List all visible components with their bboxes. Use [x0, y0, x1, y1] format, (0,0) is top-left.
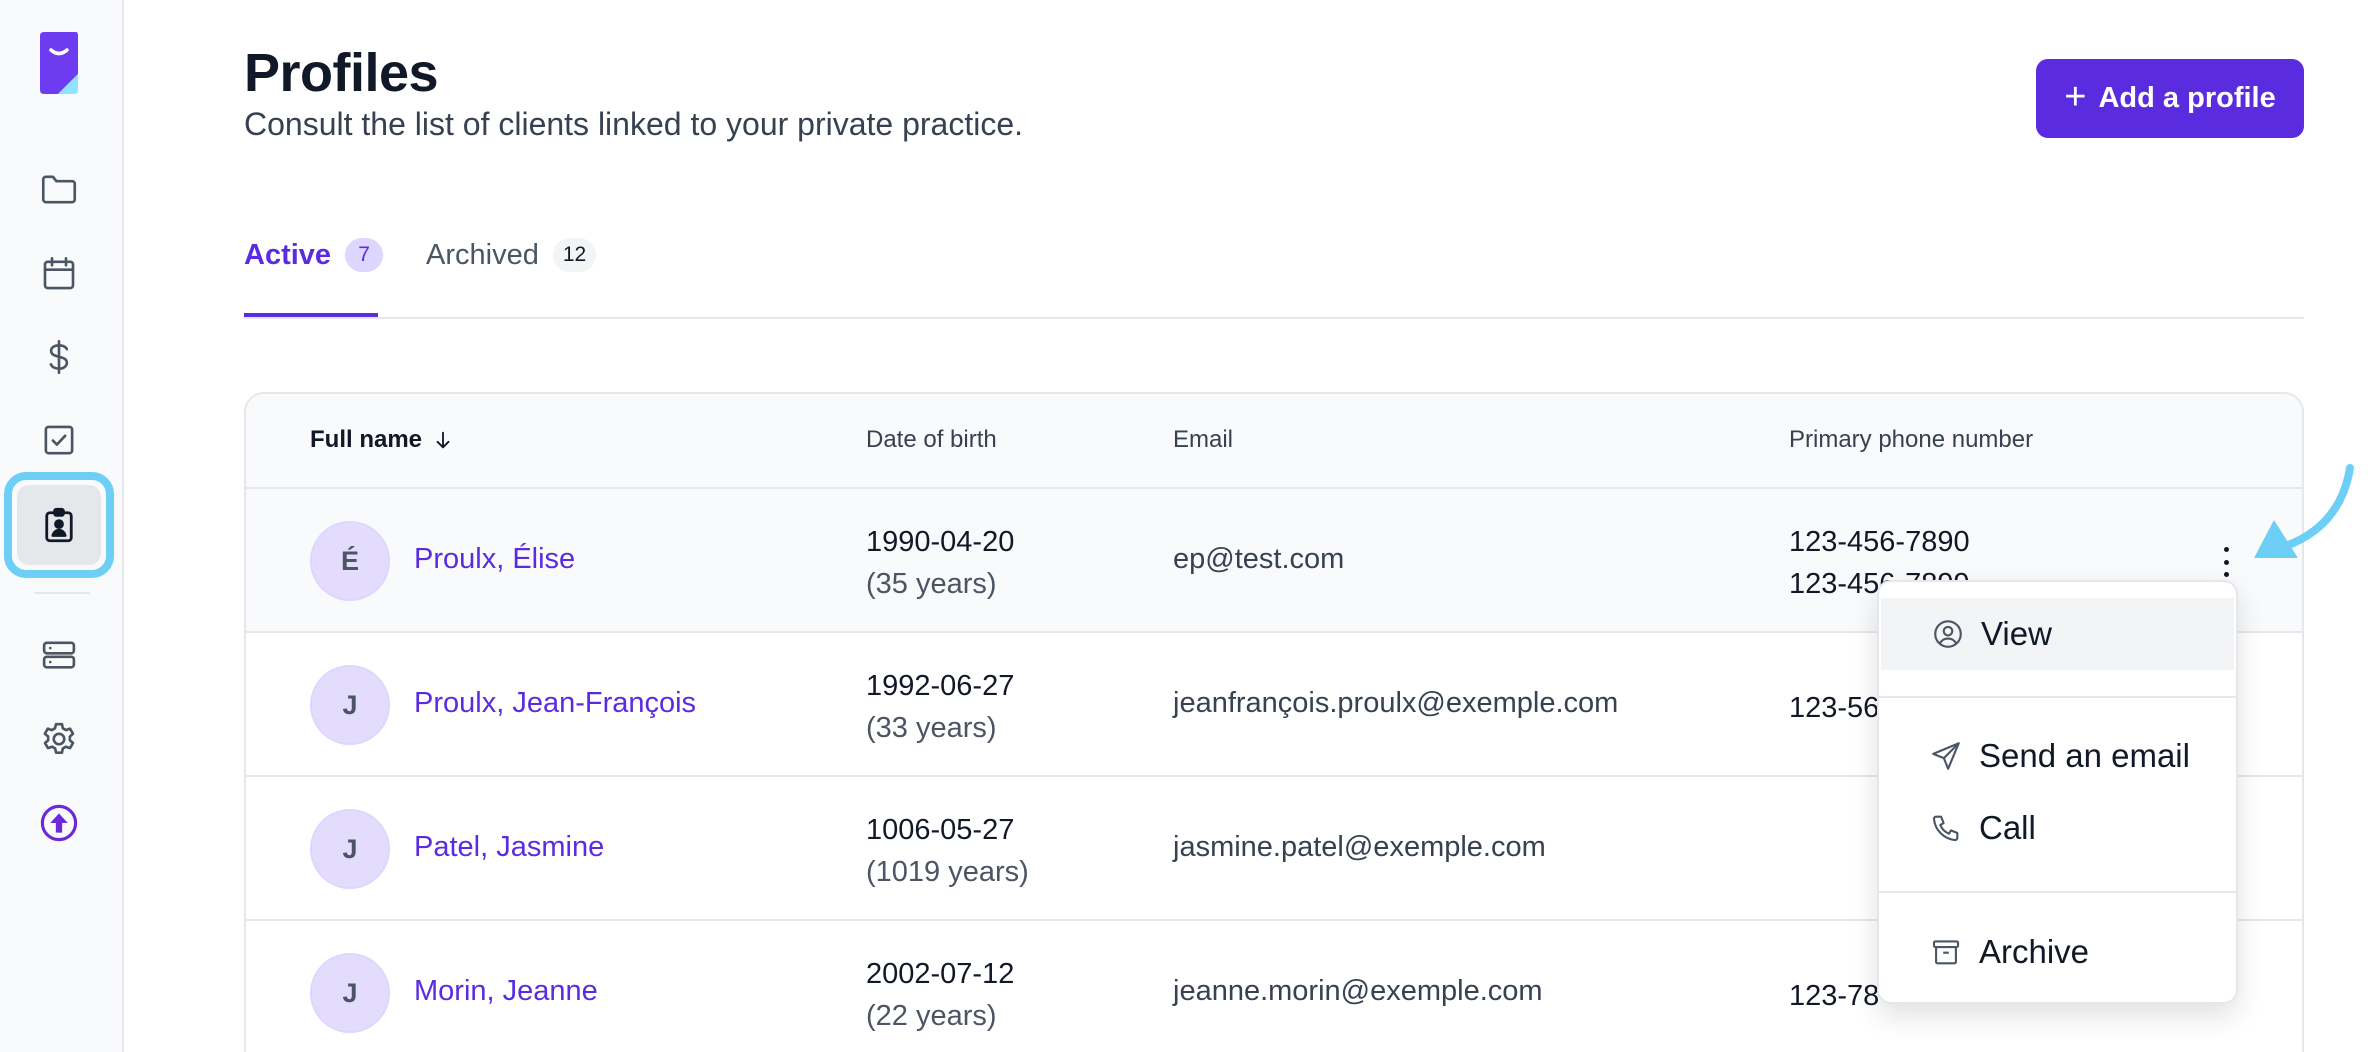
- avatar: J: [310, 665, 390, 745]
- date-of-birth: 1992-06-27 (33 years): [866, 665, 1014, 749]
- pointer-arrow-annotation: [2254, 464, 2354, 558]
- plus-icon: +: [2064, 75, 2087, 118]
- table-header: Full name Date of birth Email Primary ph…: [246, 394, 2302, 489]
- more-options-icon[interactable]: [2216, 547, 2236, 577]
- paper-plane-icon: [1932, 742, 1960, 770]
- tab-active[interactable]: Active 7: [244, 238, 384, 272]
- date-of-birth: 1990-04-20 (35 years): [866, 521, 1014, 605]
- user-circle-icon: [1934, 620, 1962, 648]
- clipboard-user-icon[interactable]: [34, 500, 84, 550]
- menu-divider: [1879, 696, 2236, 698]
- dob-value: 2002-07-12: [866, 958, 1015, 990]
- row-actions-menu: View Send an email Call Archive: [1877, 580, 2238, 1004]
- column-header-phone: Primary phone number: [1789, 426, 2034, 453]
- dollar-icon[interactable]: [34, 332, 84, 382]
- menu-item-view[interactable]: View: [1881, 598, 2234, 670]
- menu-item-send-email-label: Send an email: [1979, 737, 2190, 774]
- age-value: (35 years): [866, 568, 997, 600]
- avatar: É: [310, 521, 390, 601]
- age-value: (33 years): [866, 712, 997, 744]
- folder-icon[interactable]: [34, 164, 84, 214]
- email-value: jeanfrançois.proulx@exemple.com: [1173, 687, 1619, 719]
- column-header-email: Email: [1173, 426, 1234, 453]
- upgrade-arrow-icon[interactable]: [34, 798, 84, 848]
- tab-archived-count: 12: [552, 238, 597, 272]
- avatar: J: [310, 809, 390, 889]
- age-value: (22 years): [866, 1000, 997, 1032]
- menu-item-send-email[interactable]: Send an email: [1879, 720, 2236, 792]
- tab-archived[interactable]: Archived 12: [426, 238, 597, 272]
- avatar: J: [310, 953, 390, 1033]
- dob-value: 1990-04-20: [866, 526, 1015, 558]
- checkbox-icon[interactable]: [34, 415, 84, 465]
- server-icon[interactable]: [34, 630, 84, 680]
- email-value: ep@test.com: [1173, 543, 1345, 575]
- tab-active-label: Active: [244, 238, 332, 271]
- menu-divider: [1879, 891, 2236, 893]
- dob-value: 1006-05-27: [866, 814, 1015, 846]
- column-header-date-of-birth: Date of birth: [866, 426, 997, 453]
- tab-active-count: 7: [345, 238, 384, 272]
- sidebar-divider: [34, 592, 90, 594]
- sidebar: [0, 0, 124, 1052]
- column-header-full-name-label: Full name: [310, 426, 423, 453]
- page-title: Profiles: [244, 43, 439, 103]
- menu-item-call[interactable]: Call: [1879, 792, 2236, 864]
- archive-box-icon: [1932, 940, 1960, 965]
- tab-archived-label: Archived: [426, 238, 539, 271]
- add-profile-button[interactable]: + Add a profile: [2036, 59, 2304, 138]
- profile-name-link[interactable]: Proulx, Élise: [414, 543, 575, 576]
- sort-arrow-down-icon: [436, 431, 450, 449]
- email-value: jeanne.morin@exemple.com: [1173, 975, 1543, 1007]
- date-of-birth: 1006-05-27 (1019 years): [866, 809, 1029, 893]
- tabs-divider: [244, 317, 2304, 319]
- phone-primary: 123-456-7890: [1789, 526, 1970, 558]
- phone-icon: [1932, 815, 1959, 842]
- profile-name-link[interactable]: Proulx, Jean-François: [414, 687, 696, 720]
- phone-primary: 123-78: [1789, 980, 1880, 1012]
- menu-item-call-label: Call: [1979, 809, 2036, 846]
- profile-name-link[interactable]: Patel, Jasmine: [414, 831, 604, 864]
- date-of-birth: 2002-07-12 (22 years): [866, 953, 1014, 1037]
- add-profile-label: Add a profile: [2098, 82, 2276, 114]
- logo[interactable]: [38, 30, 80, 94]
- gear-icon[interactable]: [34, 714, 84, 764]
- age-value: (1019 years): [866, 856, 1029, 888]
- menu-item-archive[interactable]: Archive: [1879, 916, 2236, 988]
- profile-name-link[interactable]: Morin, Jeanne: [414, 975, 598, 1008]
- menu-item-archive-label: Archive: [1979, 933, 2090, 970]
- phone-primary: 123-56: [1789, 692, 1880, 724]
- page-subtitle: Consult the list of clients linked to yo…: [244, 106, 1024, 142]
- menu-item-view-label: View: [1981, 615, 2052, 652]
- column-header-full-name[interactable]: Full name: [310, 426, 454, 454]
- calendar-icon[interactable]: [34, 249, 84, 299]
- dob-value: 1992-06-27: [866, 670, 1015, 702]
- email-value: jasmine.patel@exemple.com: [1173, 831, 1546, 863]
